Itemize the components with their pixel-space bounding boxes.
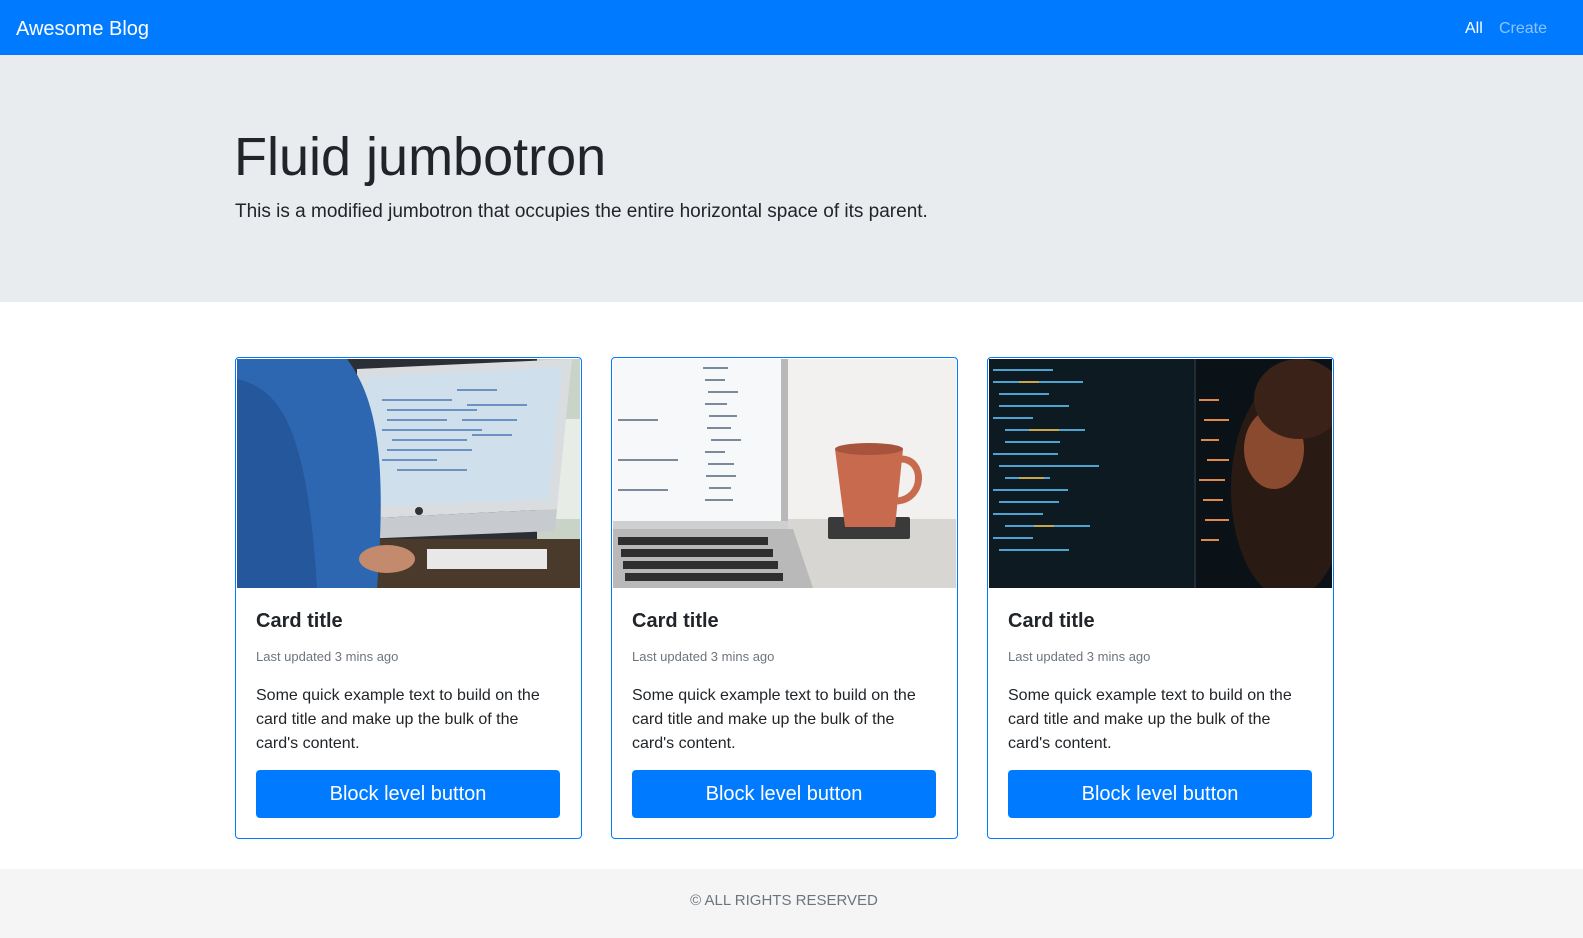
card-image-dark-code bbox=[989, 359, 1332, 588]
jumbotron-lead: This is a modified jumbotron that occupi… bbox=[235, 201, 928, 222]
card-text: Some quick example text to build on the … bbox=[632, 687, 916, 752]
card-title: Card title bbox=[632, 610, 719, 632]
card-3: Card title Last updated 3 mins ago Some … bbox=[987, 357, 1334, 839]
nav-link-all[interactable]: All bbox=[1465, 19, 1483, 39]
card-1: Card title Last updated 3 mins ago Some … bbox=[235, 357, 582, 839]
card-image-imac bbox=[237, 359, 580, 588]
card-text: Some quick example text to build on the … bbox=[256, 687, 540, 752]
nav-link-create[interactable]: Create bbox=[1499, 19, 1547, 39]
copyright-text: © ALL RIGHTS RESERVED bbox=[690, 892, 878, 909]
block-level-button[interactable]: Block level button bbox=[1008, 770, 1312, 818]
card-title: Card title bbox=[256, 610, 343, 632]
card-meta: Last updated 3 mins ago bbox=[632, 649, 775, 664]
block-level-button[interactable]: Block level button bbox=[632, 770, 936, 818]
navbar: Awesome Blog All Create bbox=[0, 0, 1583, 55]
card-2: Card title Last updated 3 mins ago Some … bbox=[611, 357, 958, 839]
card-title: Card title bbox=[1008, 610, 1095, 632]
card-meta: Last updated 3 mins ago bbox=[1008, 649, 1151, 664]
card-text: Some quick example text to build on the … bbox=[1008, 687, 1292, 752]
card-meta: Last updated 3 mins ago bbox=[256, 649, 399, 664]
footer: © ALL RIGHTS RESERVED bbox=[0, 869, 1583, 938]
jumbotron-title: Fluid jumbotron bbox=[234, 127, 607, 187]
block-level-button[interactable]: Block level button bbox=[256, 770, 560, 818]
card-image-laptop-coffee bbox=[613, 359, 956, 588]
brand-link[interactable]: Awesome Blog bbox=[16, 16, 149, 42]
jumbotron: Fluid jumbotron This is a modified jumbo… bbox=[0, 55, 1583, 302]
